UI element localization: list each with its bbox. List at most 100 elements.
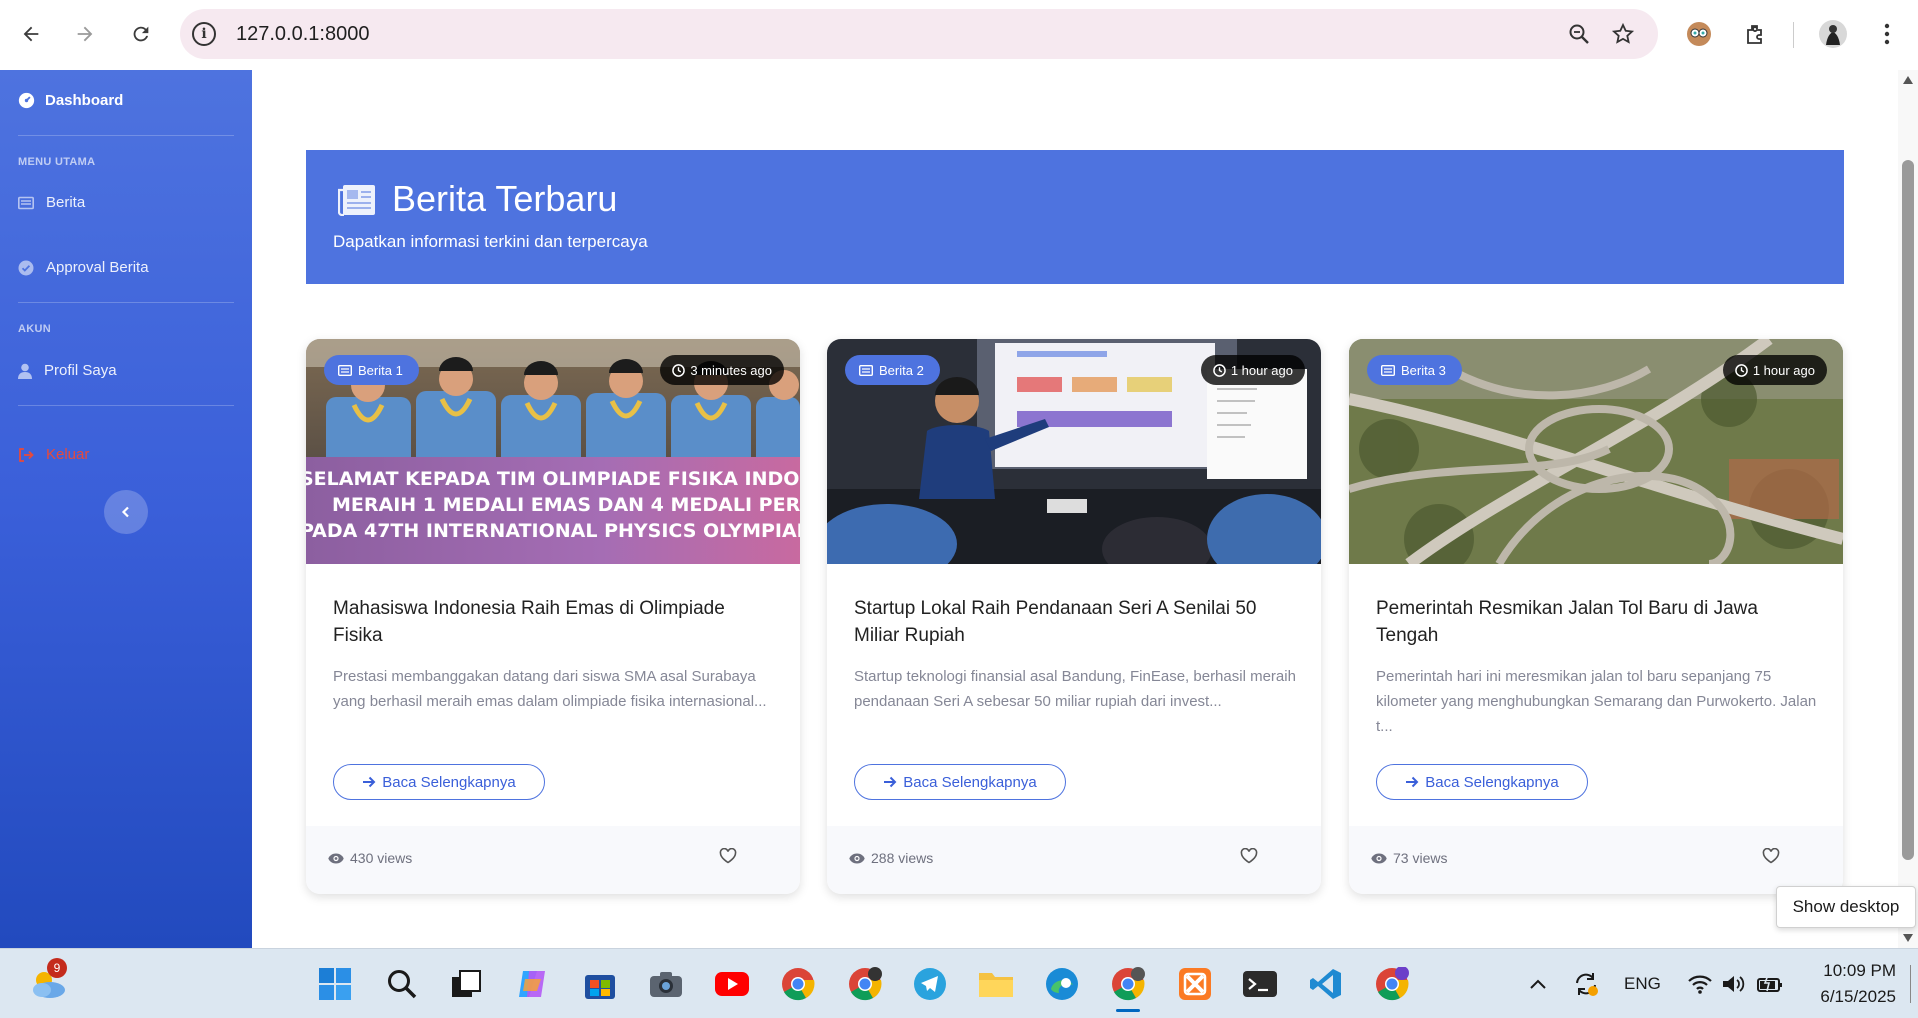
sidebar-item-label: Approval Berita (46, 259, 149, 276)
terminal-app[interactable] (1240, 964, 1280, 1004)
chrome-icon (782, 968, 815, 1001)
telegram-app[interactable] (910, 964, 950, 1004)
news-image[interactable]: SELAMAT KEPADA TIM OLIMPIADE FISIKA INDO… (306, 339, 800, 564)
eye-icon (1371, 853, 1387, 863)
copilot-app[interactable] (512, 964, 552, 1004)
show-hidden-icons-button[interactable] (1518, 964, 1558, 1004)
reload-button[interactable] (124, 17, 158, 51)
sync-icon (1576, 973, 1598, 996)
main-content: Berita Terbaru Dapatkan informasi terkin… (252, 70, 1898, 948)
weather-badge: 9 (47, 958, 67, 978)
news-title[interactable]: Mahasiswa Indonesia Raih Emas di Olimpia… (333, 595, 773, 649)
clock-icon (1735, 363, 1748, 377)
news-image[interactable]: Berita 3 1 hour ago (1349, 339, 1843, 564)
site-info-icon[interactable]: i (192, 22, 216, 46)
sidebar-item-profile[interactable]: Profil Saya (18, 362, 117, 379)
like-button[interactable] (1240, 847, 1258, 869)
task-view-icon (452, 970, 481, 997)
youtube-icon (715, 972, 749, 996)
read-more-label: Baca Selengkapnya (382, 773, 516, 791)
news-card: SELAMAT KEPADA TIM OLIMPIADE FISIKA INDO… (306, 339, 800, 894)
sidebar-divider (18, 135, 234, 136)
sidebar-brand-label: Dashboard (45, 92, 124, 109)
start-button[interactable] (315, 964, 355, 1004)
bookmark-star-icon[interactable] (1610, 21, 1636, 47)
forward-button[interactable] (68, 17, 102, 51)
back-button[interactable] (14, 17, 48, 51)
chrome-profile-app[interactable] (845, 964, 885, 1004)
zoom-icon[interactable] (1566, 21, 1592, 47)
news-image[interactable]: Berita 2 1 hour ago (827, 339, 1321, 564)
youtube-app[interactable] (712, 964, 752, 1004)
chrome-profile2-app[interactable] (1372, 964, 1412, 1004)
url-text[interactable]: 127.0.0.1:8000 (236, 23, 369, 46)
read-more-button[interactable]: Baca Selengkapnya (1376, 764, 1588, 800)
sidebar-item-approval[interactable]: Approval Berita (18, 259, 149, 276)
heart-icon (1762, 847, 1780, 864)
extension-avatar-icon[interactable] (1682, 17, 1716, 51)
extensions-puzzle-icon[interactable] (1738, 17, 1772, 51)
read-more-button[interactable]: Baca Selengkapnya (333, 764, 545, 800)
show-desktop-button[interactable] (1910, 965, 1911, 1003)
heart-icon (1240, 847, 1258, 864)
copilot-icon (519, 971, 545, 997)
scroll-down-icon[interactable] (1903, 934, 1913, 942)
news-title[interactable]: Pemerintah Resmikan Jalan Tol Baru di Ja… (1376, 595, 1816, 649)
xampp-app[interactable] (1175, 964, 1215, 1004)
task-view-button[interactable] (446, 964, 486, 1004)
address-bar[interactable]: i 127.0.0.1:8000 (180, 9, 1658, 59)
sidebar-brand[interactable]: Dashboard (18, 92, 123, 109)
folder-icon (979, 973, 1013, 997)
volume-tray-icon[interactable] (1714, 964, 1754, 1004)
read-more-label: Baca Selengkapnya (903, 773, 1037, 791)
battery-tray-icon[interactable] (1750, 964, 1790, 1004)
edge-app[interactable] (1042, 964, 1082, 1004)
eye-icon (328, 853, 344, 863)
chrome-app[interactable] (778, 964, 818, 1004)
like-button[interactable] (719, 847, 737, 869)
newspaper-icon (338, 364, 352, 376)
sidebar-item-berita[interactable]: Berita (18, 194, 85, 211)
weather-widget[interactable]: 9 (28, 958, 68, 1004)
news-card: Berita 2 1 hour ago Startup Lokal Raih P… (827, 339, 1321, 894)
sidebar-item-logout[interactable]: Keluar (18, 446, 89, 463)
language-indicator[interactable]: ENG (1624, 974, 1661, 994)
like-button[interactable] (1762, 847, 1780, 869)
user-icon (18, 363, 32, 379)
sidebar-heading-akun: AKUN (18, 323, 51, 335)
page-header-banner: Berita Terbaru Dapatkan informasi terkin… (306, 150, 1844, 284)
scroll-thumb[interactable] (1902, 160, 1914, 860)
more-menu-icon[interactable] (1870, 17, 1904, 51)
news-title[interactable]: Startup Lokal Raih Pendanaan Seri A Seni… (854, 595, 1294, 649)
newspaper-icon (18, 196, 34, 209)
search-button[interactable] (382, 964, 422, 1004)
file-explorer-app[interactable] (976, 964, 1016, 1004)
vscode-app[interactable] (1306, 964, 1346, 1004)
check-circle-icon (18, 260, 34, 275)
sidebar-heading-menu: MENU UTAMA (18, 156, 96, 168)
page-title: Berita Terbaru (392, 178, 618, 219)
profile-avatar[interactable] (1816, 17, 1850, 51)
sidebar-toggle-button[interactable] (104, 490, 148, 534)
browser-toolbar: i 127.0.0.1:8000 (0, 0, 1918, 70)
scroll-up-icon[interactable] (1903, 76, 1913, 84)
card-footer: 430 views (306, 826, 800, 894)
arrow-right-icon (77, 26, 93, 42)
card-footer: 288 views (827, 826, 1321, 894)
battery-icon (1757, 974, 1782, 992)
clock-time[interactable]: 10:09 PM (1816, 961, 1896, 981)
sync-tray-icon[interactable] (1566, 964, 1606, 1004)
vscode-icon (1310, 969, 1341, 999)
active-app-indicator (1116, 1009, 1140, 1012)
clock-icon (1213, 363, 1226, 377)
clock-date[interactable]: 6/15/2025 (1806, 987, 1896, 1007)
chrome-active-app[interactable] (1108, 964, 1148, 1004)
read-more-button[interactable]: Baca Selengkapnya (854, 764, 1066, 800)
view-count-label: 430 views (350, 850, 413, 866)
page-subtitle: Dapatkan informasi terkini dan terpercay… (333, 232, 648, 251)
camera-app[interactable] (646, 964, 686, 1004)
store-app[interactable] (580, 964, 620, 1004)
chrome-icon (1376, 967, 1409, 1001)
time-label: 3 minutes ago (690, 362, 772, 378)
tachometer-icon (18, 92, 35, 109)
